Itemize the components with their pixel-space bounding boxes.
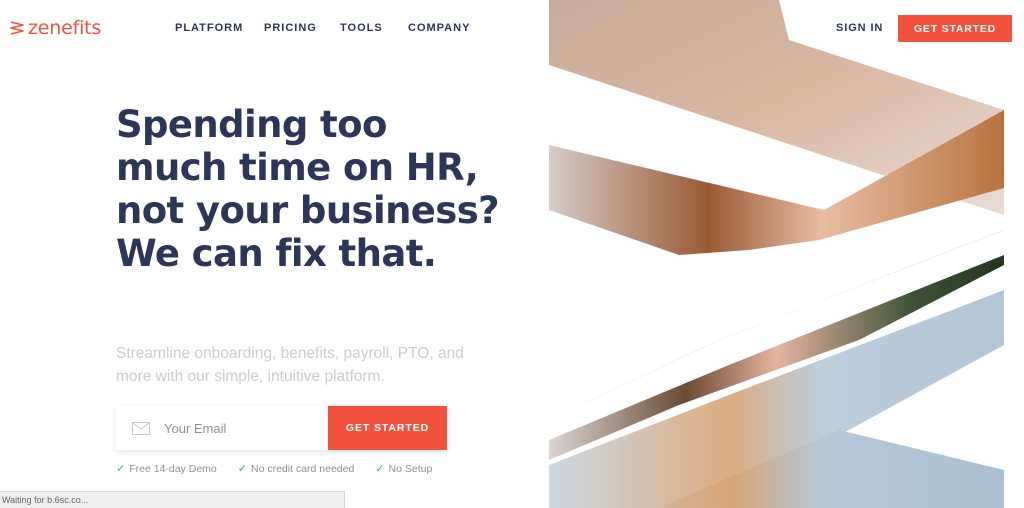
nav-item-pricing[interactable]: PRICING [264, 22, 317, 34]
browser-status-bar: Waiting for b.6sc.co... [0, 491, 345, 508]
headline-bold: We can fix that. [116, 232, 437, 275]
hero-photo [549, 0, 1024, 508]
perk-label: No Setup [388, 462, 433, 475]
nav-item-tools[interactable]: TOOLS [340, 22, 383, 34]
headline-line-2: much time on HR, [116, 146, 479, 189]
email-field-wrapper [116, 406, 328, 450]
check-icon: ✓ [116, 463, 126, 475]
perk-item: ✓ No Setup [375, 462, 433, 476]
perk-label: Free 14-day Demo [129, 462, 217, 475]
header-get-started-button[interactable]: GET STARTED [898, 15, 1012, 42]
email-signup-form: GET STARTED [116, 406, 447, 450]
logo-text: zenefits [28, 17, 102, 39]
perk-label: No credit card needed [250, 462, 355, 475]
check-icon: ✓ [375, 463, 385, 475]
headline-line-3: not your business? [116, 189, 500, 232]
sign-in-link[interactable]: SIGN IN [836, 22, 883, 34]
email-input[interactable] [164, 420, 314, 436]
check-icon: ✓ [237, 463, 247, 475]
hero-subtext: Streamline onboarding, benefits, payroll… [116, 345, 464, 385]
nav-item-company[interactable]: COMPANY [408, 22, 470, 34]
nav-item-platform[interactable]: PLATFORM [175, 22, 243, 34]
headline-line-1: Spending too [116, 103, 387, 146]
zenefits-logo-icon [10, 21, 24, 35]
perk-item: ✓ Free 14-day Demo [116, 462, 217, 476]
mail-icon [132, 421, 150, 435]
get-started-button[interactable]: GET STARTED [328, 406, 447, 450]
hero-headline: Spending too much time on HR, not your b… [116, 103, 500, 275]
logo[interactable]: zenefits [10, 17, 101, 39]
perk-item: ✓ No credit card needed [237, 462, 355, 476]
perks-list: ✓ Free 14-day Demo ✓ No credit card need… [116, 462, 453, 476]
